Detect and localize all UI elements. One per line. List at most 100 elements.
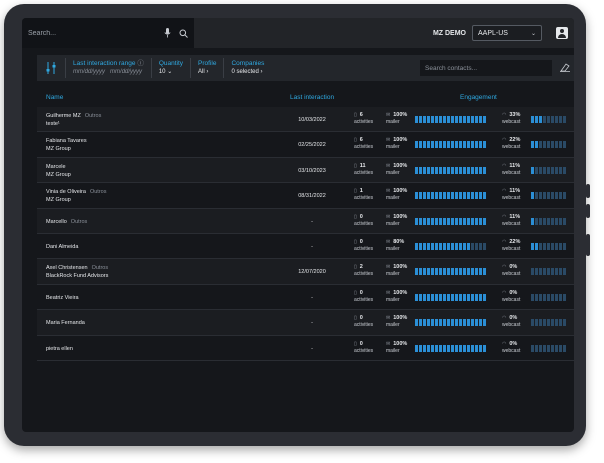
bar-segment: [419, 344, 422, 352]
global-search-input[interactable]: [28, 29, 164, 37]
table-row[interactable]: Beatriz Vieira - ▯ 0 activities ✉ 100% mai…: [37, 285, 574, 311]
bar-segment: [547, 242, 550, 250]
contact-name[interactable]: Maria Fernanda: [46, 320, 85, 326]
bar-segment: [471, 116, 474, 123]
bar-segment: [483, 116, 486, 123]
activities-stat: ▯ 0 activities: [354, 238, 373, 253]
table-row[interactable]: Axel Christensen Outros BlackRock Fund Ad…: [37, 259, 574, 285]
document-icon: ▯: [354, 188, 357, 195]
bar-segment: [551, 192, 554, 200]
contact-name[interactable]: Marcello: [46, 219, 67, 225]
bar-segment: [539, 293, 542, 301]
filter-sliders-icon[interactable]: [45, 61, 57, 75]
mailer-engagement-bar: [415, 141, 486, 149]
bar-segment: [415, 344, 418, 352]
contact-name[interactable]: Guilherme MZ: [46, 113, 81, 119]
bar-segment: [451, 116, 454, 123]
table-row[interactable]: Vinia de Oliveira Outros MZ Group 08/31/2…: [37, 183, 574, 209]
bar-segment: [427, 192, 430, 200]
bar-segment: [563, 192, 566, 200]
table-row[interactable]: Marcele MZ Group 03/10/2023 ▯ 11 activiti…: [37, 157, 574, 184]
mail-icon: ✉: [386, 162, 391, 169]
ticker-select[interactable]: AAPL-US ⌄: [472, 25, 542, 41]
mail-icon: ✉: [386, 238, 391, 245]
bar-segment: [463, 268, 466, 276]
chevron-down-icon: ⌄: [530, 30, 536, 37]
column-header-name[interactable]: Name: [46, 94, 63, 101]
bar-segment: [443, 192, 446, 200]
last-interaction-date: -: [311, 218, 313, 225]
document-icon: ▯: [354, 112, 357, 118]
table-row[interactable]: Fabiana Tavares MZ Group 02/25/2022 ▯ 6 a…: [37, 132, 574, 158]
contact-name[interactable]: Vinia de Oliveira: [46, 189, 86, 195]
last-interaction-date: 02/25/2022: [298, 142, 326, 149]
bar-segment: [559, 141, 562, 149]
filter-date-range[interactable]: Last interaction range ⓘ mm/dd/yyyy mm/d…: [65, 58, 151, 78]
bar-segment: [431, 344, 434, 352]
bar-segment: [551, 166, 554, 174]
bar-segment: [439, 268, 442, 276]
clear-filters-icon[interactable]: [560, 62, 570, 74]
contact-name[interactable]: Beatriz Vieira: [46, 295, 79, 301]
contact-name[interactable]: Axel Christensen: [46, 265, 88, 271]
date-from-input[interactable]: mm/dd/yyyy: [73, 69, 105, 75]
contact-name[interactable]: Marcele: [46, 164, 66, 170]
contacts-search-input[interactable]: [420, 60, 552, 76]
webcast-stat: ◠ 0% webcast: [502, 314, 520, 329]
webcast-label: webcast: [502, 119, 521, 125]
table-row[interactable]: Maria Fernanda - ▯ 0 activities ✉ 100% mai…: [37, 310, 574, 336]
bar-segment: [531, 319, 534, 327]
bar-segment: [475, 293, 478, 301]
bar-segment: [463, 319, 466, 327]
bar-segment: [551, 141, 554, 149]
webcast-engagement-bar: [531, 293, 566, 301]
contact-name[interactable]: pietra ellen: [46, 346, 73, 352]
webcast-percent: 11%: [509, 162, 521, 169]
bar-segment: [435, 217, 438, 225]
bar-segment: [471, 217, 474, 225]
mailer-percent: 80%: [393, 238, 405, 245]
contact-name[interactable]: Fabiana Tavares: [46, 138, 87, 144]
bar-segment: [483, 242, 486, 250]
column-header-last-interaction[interactable]: Last interaction: [290, 94, 334, 101]
filter-quantity[interactable]: Quantity 10 ⌄: [150, 58, 190, 78]
bar-segment: [435, 116, 438, 123]
bar-segment: [443, 319, 446, 327]
mail-icon: ✉: [386, 264, 391, 271]
mailer-label: mailer: [386, 119, 400, 125]
bar-segment: [471, 141, 474, 149]
contact-name[interactable]: Dani Almeida: [46, 244, 78, 250]
bar-segment: [443, 217, 446, 225]
filter-companies[interactable]: Companies 0 selected ›: [223, 58, 271, 78]
search-icon[interactable]: [179, 29, 188, 38]
mailer-stat: ✉ 100% mailer: [386, 136, 407, 151]
date-to-input[interactable]: mm/dd/yyyy: [110, 69, 142, 75]
mailer-stat: ✉ 100% mailer: [386, 340, 407, 355]
table-row[interactable]: Marcello Outros - ▯ 0 activities ✉ 100% mai…: [37, 208, 574, 234]
bar-segment: [459, 166, 462, 174]
table-row[interactable]: Dani Almeida - ▯ 0 activities ✉ 80% mailer…: [37, 234, 574, 260]
mail-icon: ✉: [386, 137, 391, 144]
table-header: Name Last interaction Engagement: [37, 87, 574, 107]
headphones-icon: ◠: [502, 137, 507, 144]
mailer-percent: 100%: [393, 188, 408, 195]
bar-segment: [443, 344, 446, 352]
bar-segment: [543, 141, 546, 149]
table-row[interactable]: pietra ellen - ▯ 0 activities ✉ 100% maile…: [37, 336, 574, 361]
bar-segment: [551, 319, 554, 327]
bar-segment: [455, 293, 458, 301]
bar-segment: [471, 242, 474, 250]
mailer-label: mailer: [386, 347, 400, 354]
bar-segment: [435, 166, 438, 174]
profile-icon[interactable]: [556, 27, 568, 39]
webcast-stat: ◠ 0% webcast: [502, 340, 520, 355]
bar-segment: [415, 166, 418, 174]
bar-segment: [551, 344, 554, 352]
microphone-icon[interactable]: [164, 28, 171, 38]
bar-segment: [479, 319, 482, 327]
filter-profile[interactable]: Profile All ›: [190, 58, 223, 78]
table-row[interactable]: Guilherme MZ Outros teste¹ 10/03/2022 ▯ 6 …: [37, 107, 574, 133]
activities-label: activities: [354, 169, 374, 176]
headphones-icon: ◠: [502, 315, 507, 322]
mailer-engagement-bar: [415, 344, 486, 352]
